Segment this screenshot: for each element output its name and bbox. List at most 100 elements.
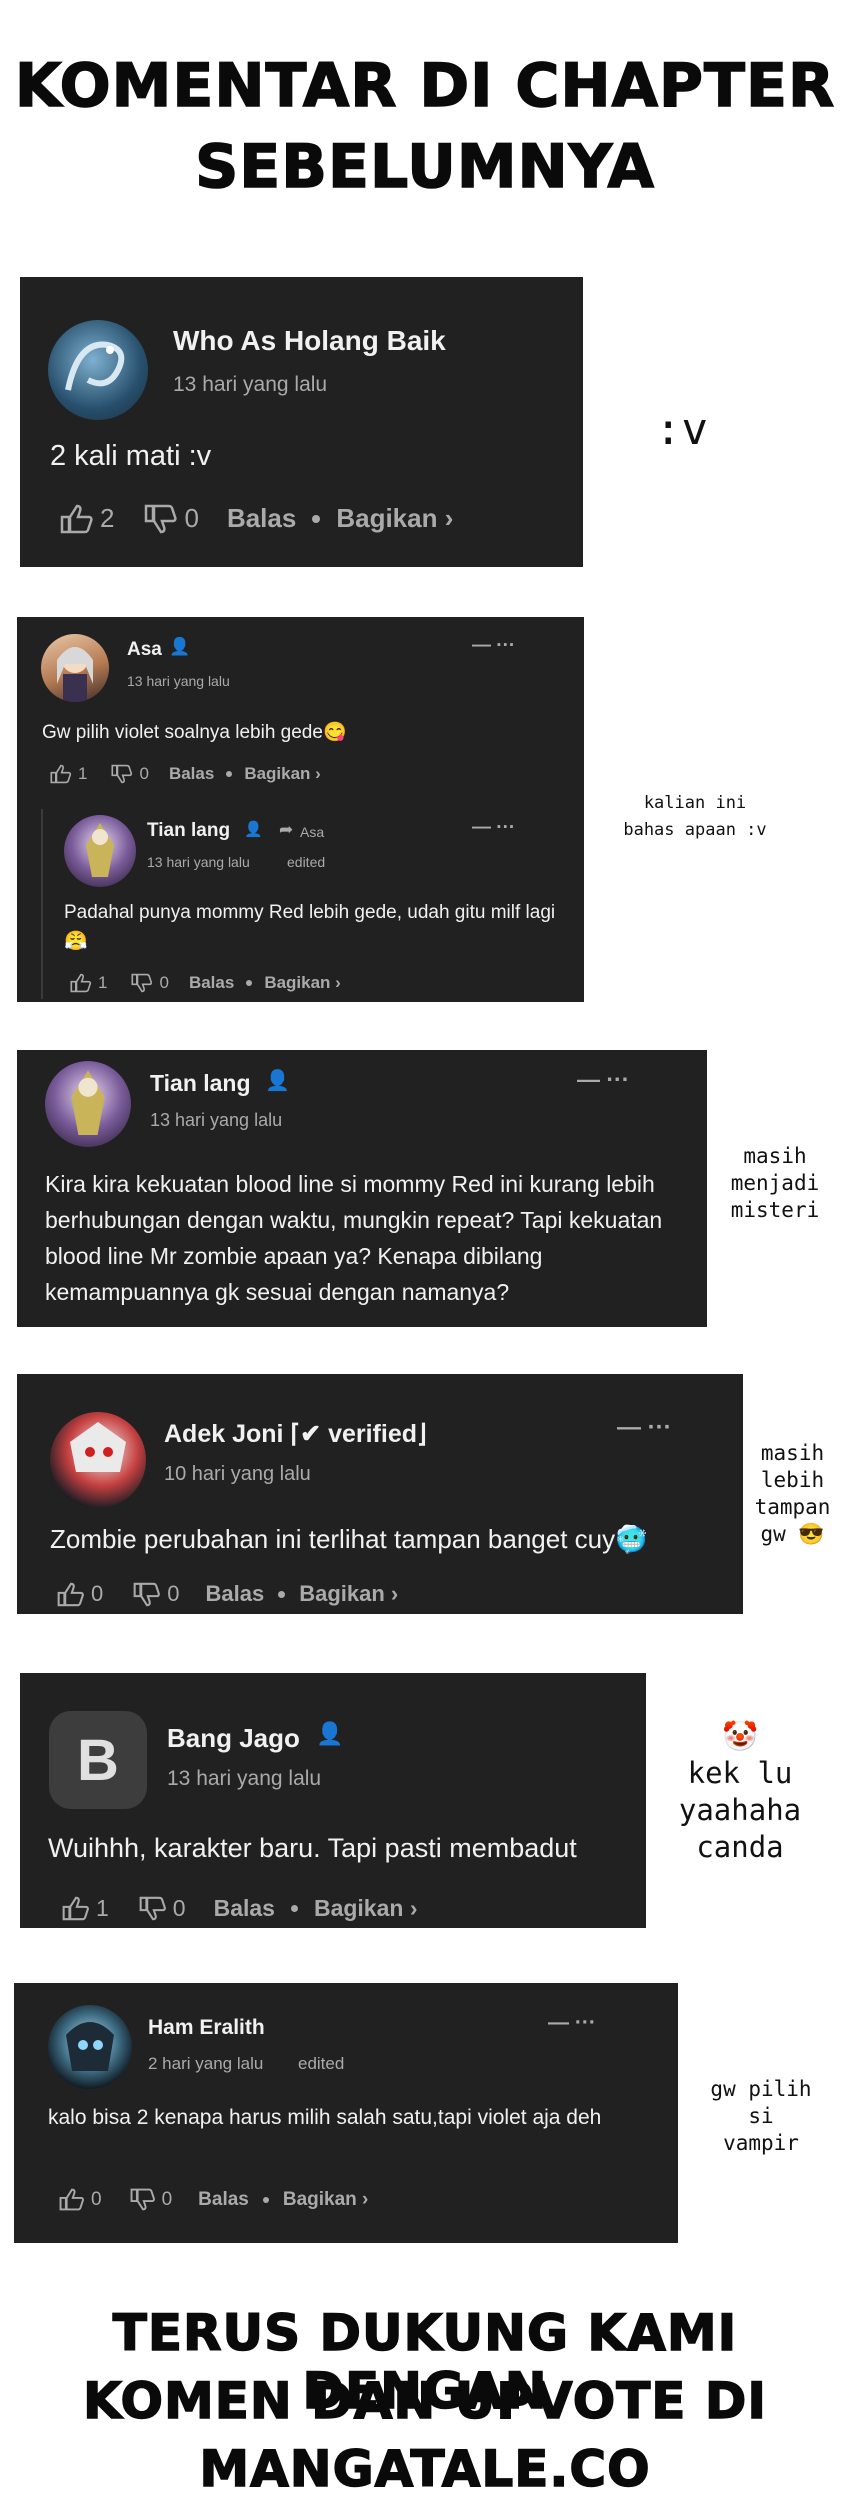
reply-button[interactable]: Balas <box>198 2189 249 2211</box>
share-button[interactable]: Bagikan › <box>299 1581 398 1607</box>
add-user-icon[interactable]: 👤 <box>316 1721 343 1747</box>
thumbs-down-icon[interactable] <box>131 973 153 993</box>
reply-button[interactable]: Balas <box>206 1581 265 1607</box>
comment-text: Zombie perubahan ini terlihat tampan ban… <box>50 1524 648 1554</box>
side-note-line: kalian ini <box>643 793 747 813</box>
comment-text: Gw pilih violet soalnya lebih gede😋 <box>42 722 347 743</box>
like-count: 1 <box>78 764 88 783</box>
comment-card-3: Tian lang 👤 — ··· 13 hari yang lalu Kira… <box>17 1050 707 1327</box>
thumbs-up-icon[interactable] <box>60 504 94 534</box>
comment-timestamp[interactable]: 13 hari yang lalu <box>167 1767 321 1791</box>
avatar-asa[interactable] <box>41 634 109 702</box>
avatar-letter: B <box>77 1727 119 1793</box>
add-user-icon[interactable]: 👤 <box>265 1068 290 1093</box>
comment-menu[interactable]: — ··· <box>548 2011 596 2035</box>
thumbs-up-icon[interactable] <box>59 2188 85 2211</box>
side-note-4: masih lebih tampan gw 😎 <box>745 1440 840 1548</box>
comment-author[interactable]: Asa <box>127 639 162 661</box>
separator-dot <box>278 1590 286 1598</box>
comment-text: Wuihhh, karakter baru. Tapi pasti membad… <box>48 1833 577 1863</box>
comment-author[interactable]: Who As Holang Baik <box>173 325 446 357</box>
avatar-dragon[interactable] <box>48 320 148 420</box>
side-note-line: yaahaha <box>678 1793 802 1827</box>
like-count: 0 <box>91 1581 104 1606</box>
reply-actions: 1 0 Balas Bagikan › <box>70 973 341 993</box>
reply-button[interactable]: Balas <box>214 1895 275 1922</box>
thumbs-up-icon[interactable] <box>70 973 92 993</box>
side-note-3: masih menjadi misteri <box>715 1143 835 1224</box>
like-count: 1 <box>98 973 108 992</box>
comment-card-4: Adek Joni ⌈✔ verified⌋ — ··· 10 hari yan… <box>17 1374 743 1614</box>
side-note-line: bahas apaan :v <box>623 820 767 840</box>
comment-author[interactable]: Bang Jago <box>167 1723 300 1754</box>
dislike-count: 0 <box>167 1581 180 1606</box>
dislike-count: 0 <box>161 2188 173 2210</box>
thumbs-up-icon[interactable] <box>62 1896 90 1921</box>
comment-text: kalo bisa 2 kenapa harus milih salah sat… <box>48 2106 602 2129</box>
dislike-count: 0 <box>139 764 149 783</box>
comment-actions: 2 0 Balas Bagikan › <box>60 503 453 534</box>
dislike-count: 0 <box>184 503 199 533</box>
comment-menu[interactable]: — ··· <box>472 635 515 657</box>
like-count: 2 <box>100 503 115 533</box>
side-note-2: kalian ini bahas apaan :v <box>610 790 780 844</box>
comment-text: Kira kira kekuatan blood line si mommy R… <box>45 1171 663 1305</box>
side-note-line: canda <box>696 1830 784 1864</box>
share-button[interactable]: Bagikan › <box>314 1895 418 1922</box>
header-title-line1: KOMENTAR DI CHAPTER <box>14 51 836 122</box>
side-note-line: gw 😎 <box>760 1522 825 1546</box>
separator-dot <box>312 514 321 523</box>
avatar-ham-eralith[interactable] <box>48 2005 132 2089</box>
comment-menu[interactable]: — ··· <box>577 1066 629 1093</box>
thumbs-up-icon[interactable] <box>50 764 72 784</box>
share-button[interactable]: Bagikan › <box>283 2189 369 2211</box>
share-button[interactable]: Bagikan › <box>244 764 321 784</box>
side-note-line: si <box>748 2104 774 2128</box>
share-button[interactable]: Bagikan › <box>336 503 453 534</box>
side-note-6: gw pilih si vampir <box>686 2076 836 2157</box>
comment-author[interactable]: Ham Eralith <box>148 2016 265 2040</box>
side-note-line: masih <box>743 1144 807 1168</box>
comment-timestamp[interactable]: 13 hari yang lalu <box>127 673 230 689</box>
thumbs-down-icon[interactable] <box>111 764 133 784</box>
reply-button[interactable]: Balas <box>227 503 296 534</box>
comment-timestamp[interactable]: 13 hari yang lalu <box>150 1110 282 1131</box>
thumbs-down-icon[interactable] <box>139 1896 167 1921</box>
clown-emoji: 🤡 <box>721 1719 759 1753</box>
thumbs-down-icon[interactable] <box>133 1582 161 1607</box>
separator-dot <box>262 2196 269 2203</box>
reply-to-name[interactable]: Asa <box>300 824 324 840</box>
reply-button[interactable]: Balas <box>169 764 214 784</box>
avatar-adek-joni[interactable] <box>50 1412 146 1508</box>
thumbs-down-icon[interactable] <box>144 504 178 534</box>
comment-menu[interactable]: — ··· <box>617 1414 672 1442</box>
like-count: 0 <box>91 2188 102 2210</box>
comment-timestamp[interactable]: 2 hari yang lalu <box>148 2054 263 2074</box>
comment-card-2: Asa 👤 — ··· 13 hari yang lalu Gw pilih v… <box>17 617 584 1002</box>
separator-dot <box>290 1905 298 1912</box>
avatar-tian-lang[interactable] <box>64 815 136 887</box>
side-note-line: lebih <box>760 1468 825 1492</box>
comment-card-5: B Bang Jago 👤 13 hari yang lalu Wuihhh, … <box>20 1673 646 1928</box>
add-user-icon[interactable]: 👤 <box>169 637 190 657</box>
add-user-icon[interactable]: 👤 <box>244 820 263 838</box>
comment-timestamp[interactable]: 13 hari yang lalu <box>173 373 327 397</box>
share-button[interactable]: Bagikan › <box>264 973 341 993</box>
comment-author[interactable]: Adek Joni ⌈✔ verified⌋ <box>164 1419 427 1449</box>
reply-timestamp[interactable]: 13 hari yang lalu <box>147 854 250 870</box>
thumbs-down-icon[interactable] <box>130 2188 156 2211</box>
avatar-tian-lang[interactable] <box>45 1061 131 1147</box>
reply-author[interactable]: Tian lang <box>147 820 230 842</box>
comment-card-6: Ham Eralith — ··· 2 hari yang lalu edite… <box>14 1983 678 2243</box>
comment-author[interactable]: Tian lang <box>150 1070 251 1097</box>
side-note-line: tampan <box>754 1495 831 1519</box>
side-note-line: menjadi <box>730 1171 820 1195</box>
comment-timestamp[interactable]: 10 hari yang lalu <box>164 1463 311 1486</box>
comment-actions: 1 0 Balas Bagikan › <box>50 764 321 784</box>
reply-to-arrow-icon: ➦ <box>279 820 294 839</box>
avatar-bang-jago[interactable]: B <box>49 1711 147 1809</box>
edited-label: edited <box>287 854 326 870</box>
thumbs-up-icon[interactable] <box>57 1582 85 1607</box>
reply-button[interactable]: Balas <box>189 973 234 993</box>
reply-menu[interactable]: — ··· <box>472 817 515 839</box>
